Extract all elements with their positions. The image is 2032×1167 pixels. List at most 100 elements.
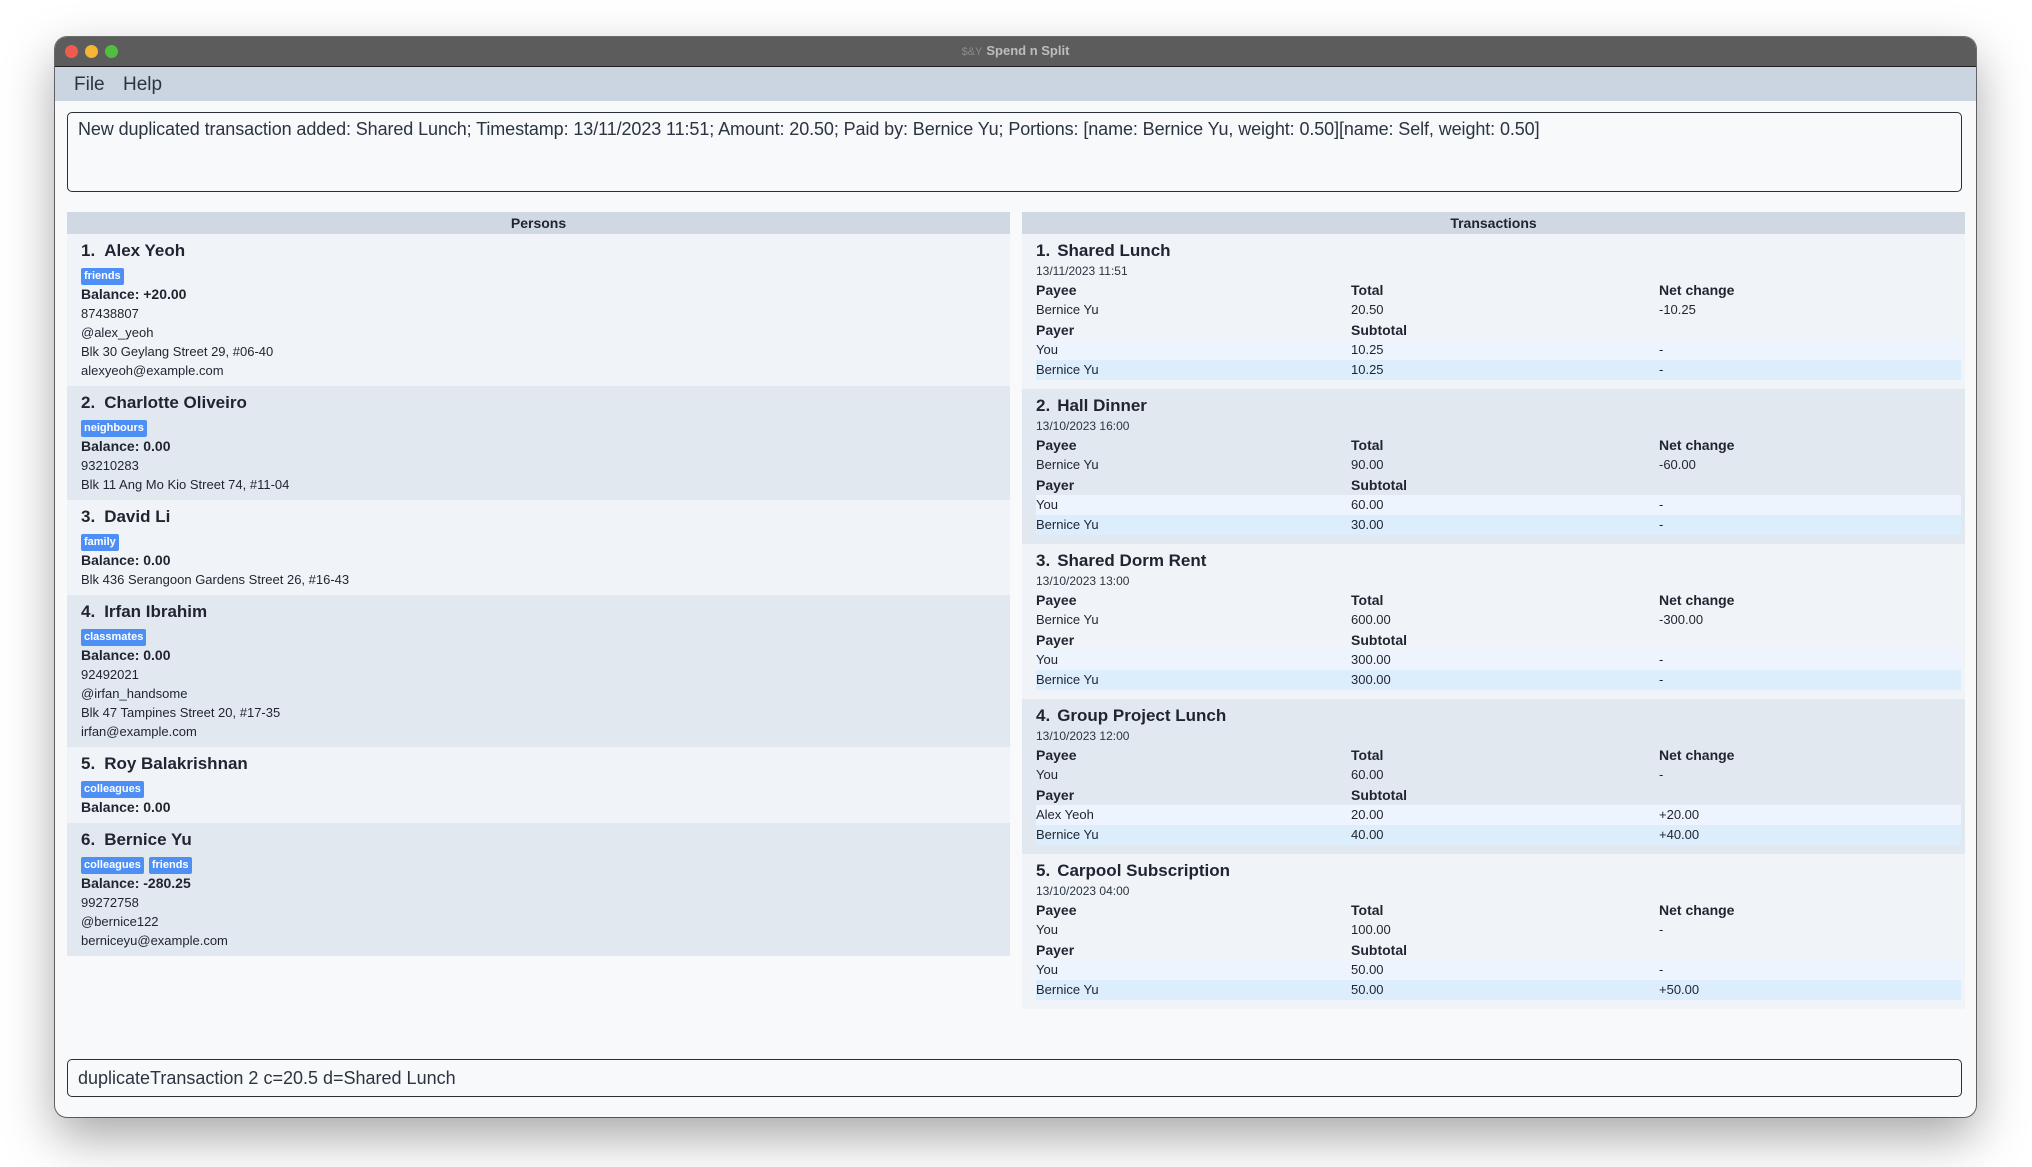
- payee-net-change: -: [1659, 922, 1664, 937]
- payer-row: Bernice Yu 50.00 +50.00: [1036, 980, 1961, 1000]
- person-phone: 92492021: [81, 667, 139, 682]
- person-name: Bernice Yu: [104, 830, 192, 849]
- payer-net-change: -: [1659, 362, 1664, 377]
- person-index: 4.: [81, 602, 96, 621]
- payer-net-change: +20.00: [1659, 807, 1700, 822]
- person-index: 1.: [81, 241, 96, 260]
- transactions-list[interactable]: 1. Shared Lunch 13/11/2023 11:51 Payee Total…: [1022, 234, 1965, 1009]
- payer-name: Bernice Yu: [1036, 362, 1099, 377]
- payee-row: Bernice Yu 90.00 -60.00: [1036, 455, 1951, 475]
- payer-subtotal: 60.00: [1351, 497, 1384, 512]
- payer-subtotal: 10.25: [1351, 362, 1384, 377]
- payee-name: Bernice Yu: [1036, 457, 1099, 472]
- tag-badge: friends: [81, 268, 124, 285]
- person-balance: Balance: 0.00: [81, 647, 171, 663]
- payee-net-change: -60.00: [1659, 457, 1696, 472]
- transaction-timestamp: 13/11/2023 11:51: [1036, 264, 1128, 278]
- payee-net-change: -: [1659, 767, 1664, 782]
- transaction-name-row: 4. Group Project Lunch: [1036, 705, 1951, 727]
- payer-label: Payer: [1036, 787, 1075, 803]
- payee-header-row: Payee Total Net change: [1036, 900, 1951, 920]
- person-telegram: @alex_yeoh: [81, 325, 154, 340]
- menu-file[interactable]: File: [74, 74, 105, 96]
- person-index: 6.: [81, 830, 96, 849]
- person-card[interactable]: 6. Bernice Yu colleagues friends Balance: -2…: [67, 823, 1010, 956]
- net-change-label: Net change: [1659, 747, 1735, 763]
- transaction-name-row: 3. Shared Dorm Rent: [1036, 550, 1951, 572]
- payee-net-change: -300.00: [1659, 612, 1704, 627]
- tag-badge: classmates: [81, 629, 147, 646]
- payer-label: Payer: [1036, 632, 1075, 648]
- payer-subtotal: 50.00: [1351, 962, 1384, 977]
- payer-name: Bernice Yu: [1036, 672, 1099, 687]
- payee-label: Payee: [1036, 902, 1077, 918]
- transaction-card[interactable]: 3. Shared Dorm Rent 13/10/2023 13:00 Payee T…: [1022, 544, 1965, 699]
- payer-header-row: Payer Subtotal: [1036, 630, 1951, 650]
- payer-net-change: -: [1659, 672, 1664, 687]
- person-name: Charlotte Oliveiro: [104, 393, 247, 412]
- persons-panel: Persons 1. Alex Yeoh friends Balance: +20.0…: [67, 212, 1010, 956]
- total-label: Total: [1351, 437, 1384, 453]
- total-label: Total: [1351, 592, 1384, 608]
- person-tags: colleagues: [81, 777, 996, 798]
- payer-label: Payer: [1036, 477, 1075, 493]
- transaction-name-row: 2. Hall Dinner: [1036, 395, 1951, 417]
- payer-name: Bernice Yu: [1036, 517, 1099, 532]
- transaction-index: 5.: [1036, 861, 1051, 880]
- payer-net-change: +50.00: [1659, 982, 1700, 997]
- person-name: Alex Yeoh: [104, 241, 186, 260]
- tag-badge: colleagues: [81, 857, 144, 874]
- person-tags: family: [81, 530, 996, 551]
- payer-subtotal: 50.00: [1351, 982, 1384, 997]
- person-telegram: @bernice122: [81, 914, 159, 929]
- person-index: 5.: [81, 754, 96, 773]
- menu-help[interactable]: Help: [123, 74, 162, 96]
- person-email: alexyeoh@example.com: [81, 363, 224, 378]
- transaction-card[interactable]: 2. Hall Dinner 13/10/2023 16:00 Payee Total N…: [1022, 389, 1965, 544]
- person-card[interactable]: 2. Charlotte Oliveiro neighbours Balance: 0…: [67, 386, 1010, 500]
- person-tags: colleagues friends: [81, 853, 996, 874]
- payer-label: Payer: [1036, 942, 1075, 958]
- payer-name: Alex Yeoh: [1036, 807, 1094, 822]
- transaction-name: Shared Dorm Rent: [1057, 551, 1207, 570]
- subtotal-label: Subtotal: [1351, 787, 1407, 803]
- subtotal-label: Subtotal: [1351, 632, 1407, 648]
- transaction-card[interactable]: 5. Carpool Subscription 13/10/2023 04:00 Pa…: [1022, 854, 1965, 1009]
- persons-list[interactable]: 1. Alex Yeoh friends Balance: +20.00 8743880…: [67, 234, 1010, 956]
- payer-row: Bernice Yu 10.25 -: [1036, 360, 1961, 380]
- transaction-total: 20.50: [1351, 302, 1384, 317]
- payee-label: Payee: [1036, 282, 1077, 298]
- payer-name: You: [1036, 497, 1058, 512]
- person-phone: 99272758: [81, 895, 139, 910]
- payee-header-row: Payee Total Net change: [1036, 280, 1951, 300]
- transaction-index: 4.: [1036, 706, 1051, 725]
- person-card[interactable]: 3. David Li family Balance: 0.00 Blk 436 Ser…: [67, 500, 1010, 595]
- payer-subtotal: 40.00: [1351, 827, 1384, 842]
- transaction-card[interactable]: 1. Shared Lunch 13/11/2023 11:51 Payee Total…: [1022, 234, 1965, 389]
- person-phone: 87438807: [81, 306, 139, 321]
- person-name-row: 3. David Li: [81, 506, 996, 528]
- person-card[interactable]: 4. Irfan Ibrahim classmates Balance: 0.00 92…: [67, 595, 1010, 747]
- transactions-panel: Transactions 1. Shared Lunch 13/11/2023 11…: [1022, 212, 1965, 1009]
- transactions-panel-title: Transactions: [1022, 212, 1965, 234]
- payer-name: You: [1036, 342, 1058, 357]
- total-label: Total: [1351, 282, 1384, 298]
- person-tags: neighbours: [81, 416, 996, 437]
- person-email: berniceyu@example.com: [81, 933, 228, 948]
- transaction-name-row: 5. Carpool Subscription: [1036, 860, 1951, 882]
- transaction-total: 60.00: [1351, 767, 1384, 782]
- person-card[interactable]: 1. Alex Yeoh friends Balance: +20.00 8743880…: [67, 234, 1010, 386]
- payer-subtotal: 30.00: [1351, 517, 1384, 532]
- person-tags: classmates: [81, 625, 996, 646]
- person-name-row: 1. Alex Yeoh: [81, 240, 996, 262]
- persons-panel-title: Persons: [67, 212, 1010, 234]
- person-name-row: 2. Charlotte Oliveiro: [81, 392, 996, 414]
- command-input[interactable]: [78, 1060, 1938, 1096]
- person-card[interactable]: 5. Roy Balakrishnan colleagues Balance: 0.0…: [67, 747, 1010, 823]
- transaction-card[interactable]: 4. Group Project Lunch 13/10/2023 12:00 Pay…: [1022, 699, 1965, 854]
- person-balance: Balance: 0.00: [81, 438, 171, 454]
- payer-net-change: -: [1659, 497, 1664, 512]
- payer-subtotal: 300.00: [1351, 672, 1391, 687]
- payer-net-change: -: [1659, 517, 1664, 532]
- title-bar: $&Y Spend n Split: [55, 37, 1976, 67]
